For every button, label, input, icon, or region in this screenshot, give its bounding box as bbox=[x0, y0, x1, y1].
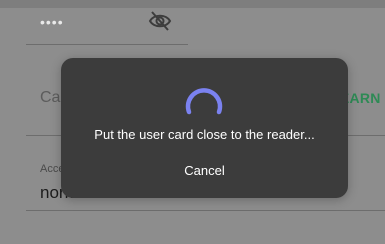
cancel-button-row: Cancel bbox=[61, 163, 348, 178]
loading-spinner-icon bbox=[185, 88, 223, 115]
top-edge bbox=[0, 0, 385, 8]
access-type-underline bbox=[26, 210, 385, 211]
password-field-value[interactable]: •••• bbox=[40, 14, 64, 30]
cancel-button[interactable]: Cancel bbox=[178, 161, 230, 180]
password-underline bbox=[26, 44, 188, 45]
eye-off-icon[interactable] bbox=[147, 10, 173, 32]
dialog-message: Put the user card close to the reader... bbox=[94, 127, 315, 142]
